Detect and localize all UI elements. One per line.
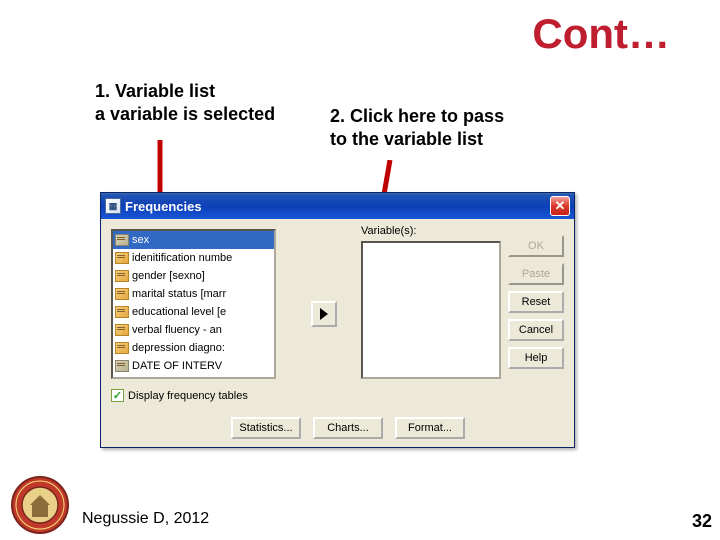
numeric-var-icon <box>115 288 129 300</box>
charts-button[interactable]: Charts... <box>313 417 383 439</box>
numeric-var-icon <box>115 342 129 354</box>
annotation-1: 1. Variable list a variable is selected <box>95 80 275 127</box>
var-label: DATE OF BIRTH [ <box>132 378 221 379</box>
checkbox-label: Display frequency tables <box>128 390 248 402</box>
target-list-label: Variable(s): <box>361 225 416 237</box>
var-label: depression diagno: <box>132 342 225 354</box>
dialog-title: Frequencies <box>125 199 202 214</box>
annotation-2: 2. Click here to pass to the variable li… <box>330 105 504 152</box>
annotation-2-line2: to the variable list <box>330 129 483 149</box>
titlebar[interactable]: ▦ Frequencies ✕ <box>101 193 574 219</box>
var-label: verbal fluency - an <box>132 324 222 336</box>
university-logo-icon <box>10 475 70 535</box>
var-label: educational level [e <box>132 306 226 318</box>
var-label: DATE OF INTERV <box>132 360 222 372</box>
list-item[interactable]: idenitification numbe <box>113 249 274 267</box>
slide-title: Cont… <box>532 10 670 58</box>
list-item[interactable]: DATE OF INTERV <box>113 357 274 375</box>
source-variable-list[interactable]: sex idenitification numbe gender [sexno]… <box>111 229 276 379</box>
annotation-1-line1: 1. Variable list <box>95 81 215 101</box>
var-label: sex <box>132 234 149 246</box>
list-item[interactable]: DATE OF BIRTH [ <box>113 375 274 379</box>
format-button[interactable]: Format... <box>395 417 465 439</box>
annotation-2-line1: 2. Click here to pass <box>330 106 504 126</box>
ok-button[interactable]: OK <box>508 235 564 257</box>
frequencies-dialog: ▦ Frequencies ✕ sex idenitification numb… <box>100 192 575 448</box>
numeric-var-icon <box>115 252 129 264</box>
help-button[interactable]: Help <box>508 347 564 369</box>
dialog-body: sex idenitification numbe gender [sexno]… <box>101 219 574 447</box>
page-number: 32 <box>692 511 712 532</box>
cancel-button[interactable]: Cancel <box>508 319 564 341</box>
numeric-var-icon <box>115 270 129 282</box>
string-var-icon <box>115 360 129 372</box>
statistics-button[interactable]: Statistics... <box>231 417 301 439</box>
reset-button[interactable]: Reset <box>508 291 564 313</box>
string-var-icon <box>115 234 129 246</box>
list-item[interactable]: verbal fluency - an <box>113 321 274 339</box>
list-item[interactable]: gender [sexno] <box>113 267 274 285</box>
var-label: marital status [marr <box>132 288 226 300</box>
display-frequency-checkbox[interactable]: ✓ Display frequency tables <box>111 389 248 402</box>
list-item[interactable]: depression diagno: <box>113 339 274 357</box>
target-variable-list[interactable] <box>361 241 501 379</box>
numeric-var-icon <box>115 324 129 336</box>
var-label: gender [sexno] <box>132 270 205 282</box>
button-column: OK Paste Reset Cancel Help <box>508 235 564 369</box>
footer-author: Negussie D, 2012 <box>82 510 209 528</box>
numeric-var-icon <box>115 306 129 318</box>
list-item[interactable]: educational level [e <box>113 303 274 321</box>
close-button[interactable]: ✕ <box>550 196 570 216</box>
app-icon: ▦ <box>105 198 121 214</box>
paste-button[interactable]: Paste <box>508 263 564 285</box>
list-item[interactable]: sex <box>113 231 274 249</box>
var-label: idenitification numbe <box>132 252 232 264</box>
string-var-icon <box>115 378 129 379</box>
move-right-button[interactable] <box>311 301 337 327</box>
bottom-buttons: Statistics... Charts... Format... <box>231 417 465 439</box>
list-item[interactable]: marital status [marr <box>113 285 274 303</box>
annotation-1-line2: a variable is selected <box>95 104 275 124</box>
checkbox-icon: ✓ <box>111 389 124 402</box>
